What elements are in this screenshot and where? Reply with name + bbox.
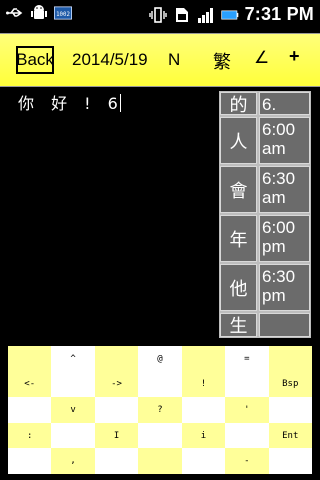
status-left: 1002 [6, 4, 72, 22]
traditional-chinese-button[interactable]: 繁 [213, 48, 231, 74]
android-debug-icon [30, 4, 48, 22]
key[interactable] [8, 448, 52, 474]
key[interactable] [181, 448, 226, 474]
key[interactable]: ? [138, 397, 182, 423]
battery-icon [220, 6, 239, 24]
key[interactable]: = [225, 346, 269, 372]
candidate-value[interactable]: 6:00 pm [259, 215, 310, 262]
key[interactable] [225, 371, 269, 398]
candidate-char[interactable]: 年 [220, 215, 257, 262]
svg-text:1002: 1002 [56, 12, 70, 18]
candidate-char[interactable]: 他 [220, 264, 257, 311]
angle-button[interactable]: ∠ [254, 48, 269, 68]
key[interactable]: -> [94, 371, 139, 398]
key[interactable] [268, 448, 312, 474]
key[interactable] [8, 346, 52, 372]
key[interactable] [181, 397, 226, 423]
text-cursor [119, 94, 121, 112]
status-bar: 1002 7:31 PM [0, 0, 320, 30]
add-button[interactable]: + [289, 46, 300, 67]
key[interactable] [94, 397, 139, 423]
candidate-value[interactable] [259, 313, 310, 337]
candidate-value[interactable]: 6:30 pm [259, 264, 310, 311]
back-button[interactable]: Back [16, 46, 54, 74]
enter-key[interactable]: Ent [268, 422, 312, 449]
key[interactable]: ! [181, 371, 226, 398]
date-button[interactable]: 2014/5/19 [72, 50, 148, 70]
toolbar: Back 2014/5/19 N 繁 ∠ + [0, 33, 320, 87]
key[interactable] [138, 448, 182, 474]
symbol-keyboard: ^ @ = <- -> ! Bsp v ? ' : I i Ent , - [8, 346, 312, 474]
candidate-row[interactable]: 人 6:00 am [219, 116, 311, 165]
key[interactable]: I [94, 422, 139, 449]
candidate-char[interactable]: 生 [220, 313, 257, 337]
candidate-value[interactable]: 6:30 am [259, 166, 310, 213]
candidate-row[interactable]: 的 6. [219, 91, 311, 116]
key[interactable]: @ [138, 346, 182, 372]
candidate-row[interactable]: 生 [219, 312, 311, 338]
sim-icon [173, 6, 191, 24]
candidate-value[interactable]: 6. [259, 92, 310, 115]
n-button[interactable]: N [168, 50, 180, 70]
candidate-panel: 的 6. 人 6:00 am 會 6:30 am 年 6:00 pm 他 6:3… [219, 91, 311, 338]
usb-icon [6, 4, 24, 22]
signal-icon [197, 6, 215, 24]
candidate-char[interactable]: 的 [220, 92, 257, 116]
key[interactable] [8, 397, 52, 423]
key[interactable] [51, 371, 95, 398]
key[interactable] [94, 448, 139, 474]
keyboard-icon: 1002 [54, 4, 72, 22]
key[interactable]: ' [225, 397, 269, 423]
key[interactable] [268, 397, 312, 423]
key[interactable] [94, 346, 139, 372]
clock: 7:31 PM [244, 4, 314, 24]
key[interactable]: - [225, 448, 269, 474]
candidate-char[interactable]: 會 [220, 166, 257, 213]
backspace-key[interactable]: Bsp [268, 371, 312, 398]
candidate-row[interactable]: 會 6:30 am [219, 165, 311, 214]
key[interactable] [51, 422, 95, 449]
candidate-value[interactable]: 6:00 am [259, 117, 310, 164]
editor-text: 你 好 ! 6 [18, 94, 124, 113]
key[interactable]: <- [8, 371, 52, 398]
key[interactable]: v [51, 397, 95, 423]
candidate-char[interactable]: 人 [220, 117, 257, 164]
candidate-row[interactable]: 他 6:30 pm [219, 263, 311, 312]
key[interactable] [225, 422, 269, 449]
key[interactable] [181, 346, 226, 372]
key[interactable] [138, 371, 182, 398]
key[interactable]: : [8, 422, 52, 449]
key[interactable] [138, 422, 182, 449]
vibrate-icon [148, 6, 167, 24]
candidate-row[interactable]: 年 6:00 pm [219, 214, 311, 263]
key[interactable]: , [51, 448, 95, 474]
key[interactable]: ^ [51, 346, 95, 372]
key[interactable]: i [181, 422, 226, 449]
text-editor[interactable]: 你 好 ! 6 [18, 90, 121, 114]
status-right: 7:31 PM [148, 4, 314, 25]
key[interactable] [268, 346, 312, 372]
